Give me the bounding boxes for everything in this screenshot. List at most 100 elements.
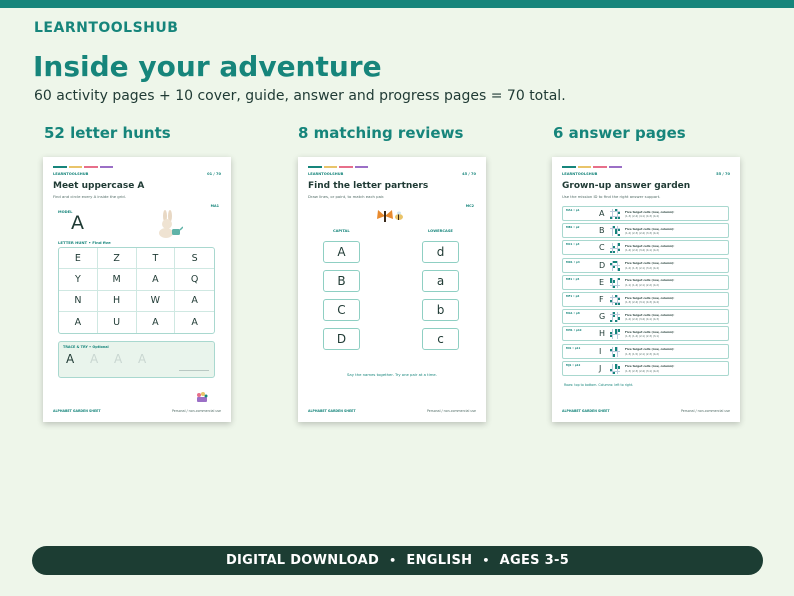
grid-cell: U [98, 311, 137, 333]
trace-label: TRACE & TRY • Optional [63, 345, 109, 349]
sheet-footer-left: ALPHABET GARDEN SHEET [308, 409, 356, 413]
grid-cell: A [137, 311, 176, 333]
matching-tip: Say the names together. Try one pair at … [347, 372, 437, 377]
sheet-color-bars [53, 166, 113, 168]
capital-letter-box: A [323, 241, 360, 263]
sheet-page-number: 55 / 70 [716, 172, 730, 176]
answer-row: MD1 • p4 D Five target cells (row, column)… [562, 257, 729, 273]
mini-grid-icon [610, 226, 620, 237]
lowercase-letter-box: a [422, 270, 459, 292]
language-label: ENGLISH [406, 553, 473, 568]
answer-cells: (1,2) (2,2) (3,4) (4,1) (4,3) [625, 318, 660, 322]
grid-cell: Q [175, 269, 214, 291]
sheet-footer-right: Personal / non-commercial use [171, 409, 221, 413]
trace-letter: A [114, 352, 123, 366]
answer-heading: Five target cells (row, column): [625, 347, 675, 352]
answer-mission-id: MG1 • p8 [566, 312, 580, 316]
sheet-footer-left: ALPHABET GARDEN SHEET [53, 409, 101, 413]
sheet-color-bars [308, 166, 368, 168]
answer-letter: C [599, 243, 605, 253]
answer-cells: (1,3) (1,5) (2,1) (2,3) (4,2) [625, 352, 660, 356]
answer-cells: (1,1) (1,4) (2,1) (2,2) (4,2) [625, 283, 660, 287]
mini-grid-icon [610, 346, 620, 357]
answer-mission-id: MC1 • p3 [566, 243, 580, 247]
answer-row: MJ1 • p12 J Five target cells (row, column… [562, 360, 729, 376]
sheet-title: Find the letter partners [308, 181, 429, 191]
flower-basket-icon [197, 392, 208, 402]
preview-sheet-matching: LEARNTOOLSHUB 45 / 70 Find the letter pa… [298, 157, 486, 422]
page-subtitle: 60 activity pages + 10 cover, guide, ans… [34, 88, 566, 104]
sheet-page-number: 01 / 70 [207, 172, 221, 176]
model-letter: A [71, 212, 84, 234]
sheet-brand: LEARNTOOLSHUB [562, 172, 598, 176]
mini-grid-icon [610, 277, 620, 288]
grid-cell: H [97, 290, 137, 312]
sheet-title: Meet uppercase A [53, 181, 145, 191]
lowercase-letter-box: d [422, 241, 459, 263]
lowercase-letter-box: c [422, 328, 459, 350]
answer-heading: Five target cells (row, column): [625, 226, 675, 231]
preview-sheet-answers: LEARNTOOLSHUB 55 / 70 Grown-up answer ga… [552, 157, 740, 422]
answer-row: MI1 • p11 I Five target cells (row, column… [562, 343, 729, 359]
product-info-banner: DIGITAL DOWNLOAD • ENGLISH • AGES 3-5 [32, 546, 763, 575]
answer-cells: (1,3) (2,4) (4,1) (4,3) (4,4) [625, 215, 660, 218]
answer-row: MB1 • p2 B Five target cells (row, column)… [562, 223, 729, 239]
sheet-brand: LEARNTOOLSHUB [308, 172, 344, 176]
answer-letter: G [599, 312, 606, 322]
answer-cells: (1,3) (1,4) (2,1) (2,3) (3,1) [625, 335, 660, 339]
sheet-instructions: Find and circle every A inside the grid. [53, 194, 126, 199]
answer-letter: E [599, 277, 605, 287]
sheet-brand: LEARNTOOLSHUB [53, 172, 89, 176]
page-title: Inside your adventure [33, 50, 382, 83]
sheet-footer-right: Personal / non-commercial use [426, 409, 476, 413]
mini-grid-icon [610, 295, 620, 305]
grid-cell: Z [97, 248, 137, 270]
answer-heading: Five target cells (row, column): [625, 312, 675, 317]
sheet-color-bars [562, 166, 622, 168]
trace-letter: A [66, 352, 75, 366]
grid-cell: Y [59, 269, 98, 291]
bunny-watering-can-icon [159, 210, 183, 238]
answer-letter: B [599, 226, 605, 236]
answer-letter: D [599, 260, 606, 270]
sheet-footer-right: Personal / non-commercial use [680, 409, 730, 413]
answer-heading: Five target cells (row, column): [625, 295, 675, 300]
answer-mission-id: MH1 • p10 [566, 329, 582, 333]
grid-cell: M [97, 269, 137, 291]
grid-cell: E [59, 248, 98, 270]
letter-hunt-label: LETTER HUNT • Find five [58, 240, 111, 245]
answer-letter: H [599, 329, 606, 339]
capital-letter-box: B [323, 270, 360, 292]
answer-row: MH1 • p10 H Five target cells (row, column… [562, 326, 729, 342]
mini-grid-icon [610, 363, 620, 374]
answer-cells: (1,3) (2,3) (2,4) (3,1) (4,2) [625, 369, 660, 373]
answer-letter: A [599, 209, 605, 218]
lowercase-letter-box: b [422, 299, 459, 321]
mission-id: MA1 [210, 204, 219, 208]
separator-dot: • [389, 554, 397, 567]
sheet-instructions: Draw lines, or point, to match each pair… [308, 194, 385, 199]
answer-letter: F [599, 295, 604, 304]
column-heading-answer-pages: 6 answer pages [553, 124, 686, 142]
mini-grid-icon [610, 329, 620, 340]
answer-mission-id: MJ1 • p12 [566, 363, 581, 367]
answer-row: MA1 • p1 A Five target cells (row, column)… [562, 206, 729, 221]
answer-heading: Five target cells (row, column): [625, 261, 675, 266]
answer-letter: I [599, 346, 602, 356]
mini-grid-icon [610, 260, 620, 271]
capital-letter-box: C [323, 299, 360, 321]
answer-cells: (1,2) (2,3) (2,4) (3,3) (4,4) [625, 232, 660, 236]
separator-dot: • [482, 554, 490, 567]
preview-sheet-letter-hunt: LEARNTOOLSHUB 01 / 70 Meet uppercase A F… [43, 157, 231, 422]
answer-row: MC1 • p3 C Five target cells (row, column)… [562, 240, 729, 256]
answer-letter: J [599, 363, 602, 373]
answer-cells: (1,2) (1,3) (2,1) (3,2) (4,4) [625, 266, 660, 270]
grid-cell: A [59, 311, 98, 333]
column-heading-matching-reviews: 8 matching reviews [298, 124, 464, 142]
trace-letter: A [138, 352, 147, 366]
trace-writing-line [179, 370, 209, 371]
answer-mission-id: MA1 • p1 [566, 209, 580, 212]
butterfly-bee-icon [377, 210, 403, 222]
answer-cells: (1,4) (2,2) (3,4) (4,1) (4,2) [625, 249, 660, 253]
mini-grid-icon [610, 243, 620, 254]
